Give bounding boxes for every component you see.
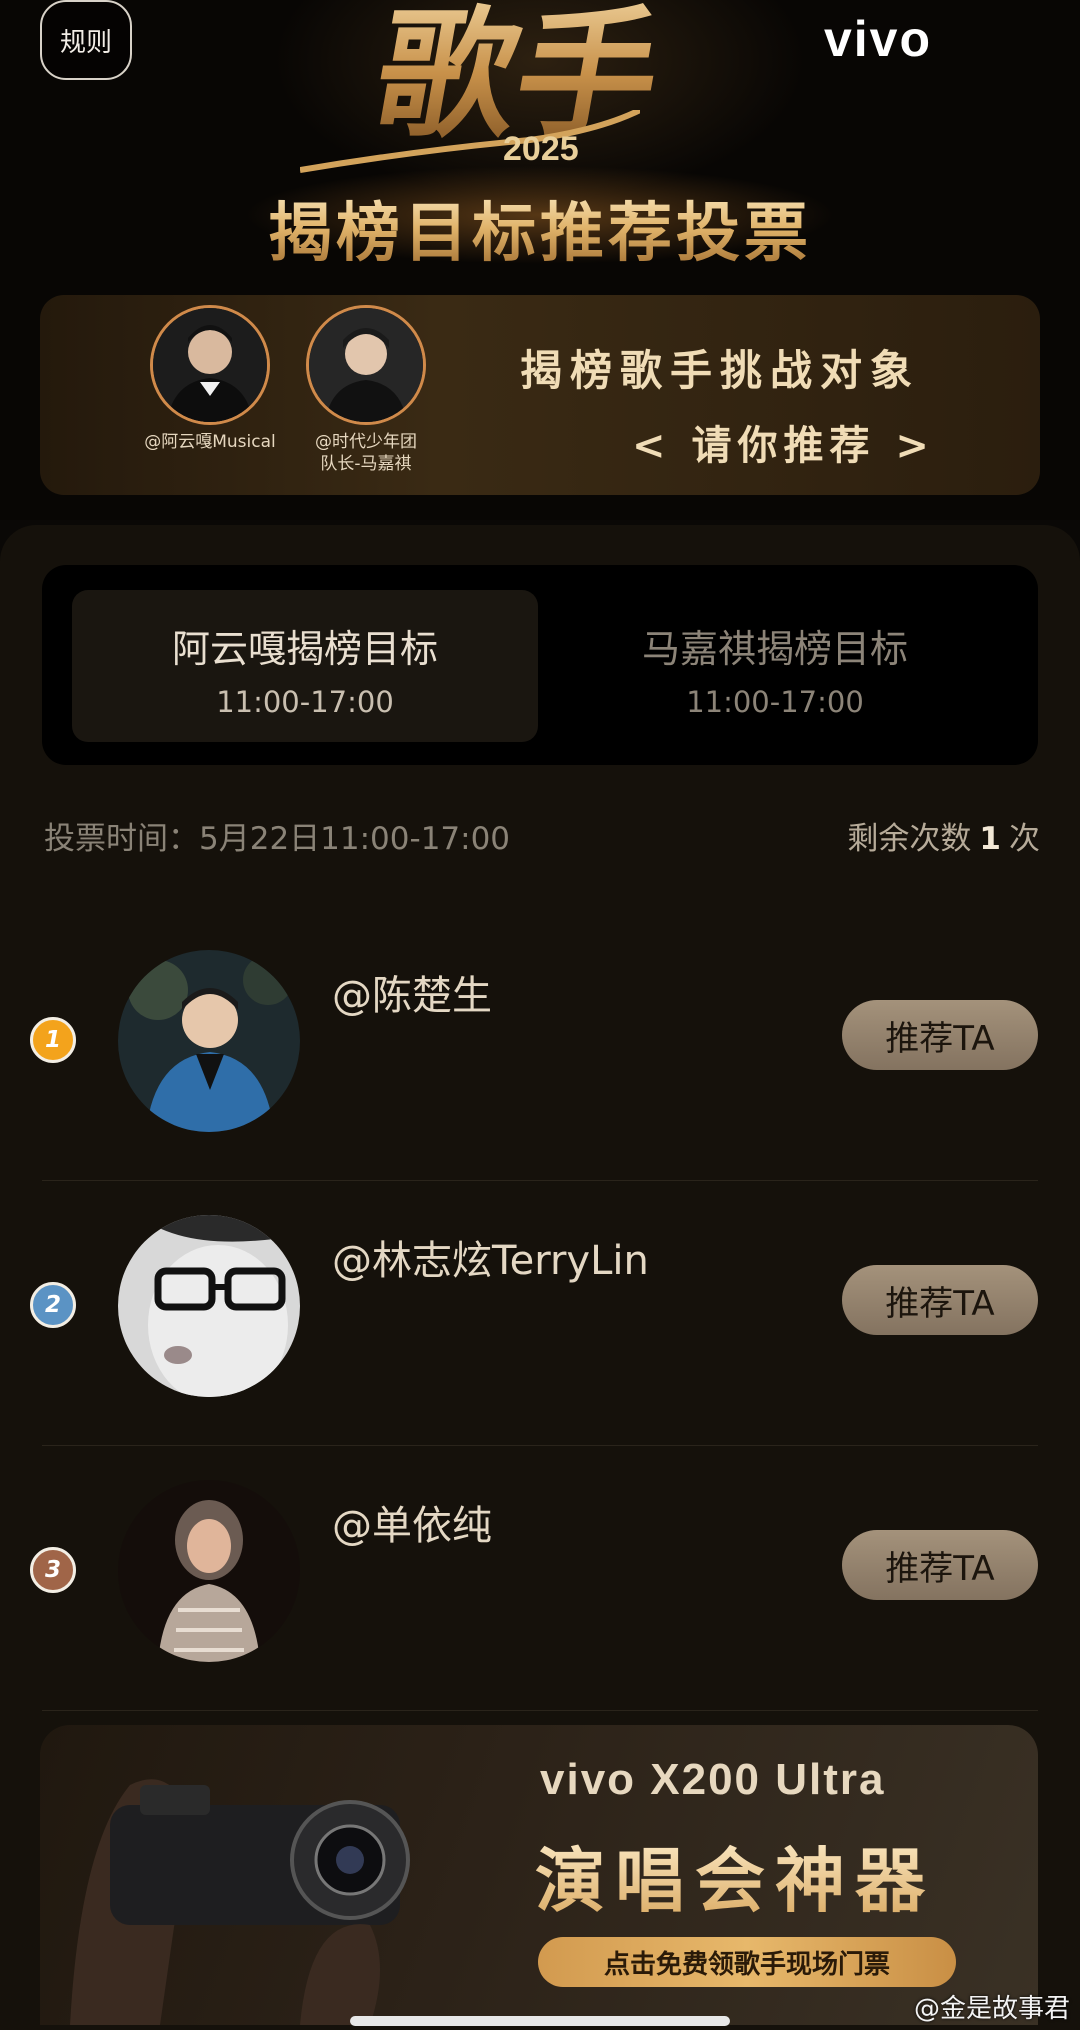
singer-name: @陈楚生 bbox=[332, 973, 492, 1019]
remaining-votes: 剩余次数 1 次 bbox=[847, 813, 1040, 858]
remaining-suffix: 次 bbox=[1009, 821, 1040, 857]
brand-logo: vivo bbox=[823, 11, 932, 67]
promo-model: vivo X200 Ultra bbox=[540, 1755, 886, 1804]
tab-majiaqi-target[interactable]: 马嘉祺揭榜目标 11:00-17:00 bbox=[542, 590, 1008, 742]
rank-badge: 1 bbox=[30, 1017, 76, 1063]
avatar bbox=[118, 1480, 300, 1662]
avatar bbox=[118, 950, 300, 1132]
main-panel: 阿云嘎揭榜目标 11:00-17:00 马嘉祺揭榜目标 11:00-17:00 … bbox=[0, 525, 1080, 2030]
challenge-subtitle: < 请你推荐 > bbox=[632, 422, 935, 469]
candidate-row: 2 @林志炫TerryLin 推荐TA bbox=[30, 1180, 1038, 1446]
event-title: 揭榜目标推荐投票 bbox=[0, 182, 1080, 274]
header: 歌手 2025 规则 vivo 揭榜目标推荐投票 @阿云嘎Musical @时代… bbox=[0, 0, 1080, 520]
tab-title: 阿云嘎揭榜目标 bbox=[171, 627, 438, 671]
candidate-row: 1 @陈楚生 推荐TA bbox=[30, 915, 1038, 1181]
tab-ayungga-target[interactable]: 阿云嘎揭榜目标 11:00-17:00 bbox=[72, 590, 538, 742]
home-indicator[interactable] bbox=[350, 2016, 730, 2026]
host-avatar bbox=[306, 305, 426, 425]
vote-time: 投票时间：5月22日11:00-17:00 bbox=[44, 821, 511, 857]
host-ayungga: @阿云嘎Musical bbox=[130, 305, 290, 453]
logo-swoosh-icon bbox=[300, 110, 640, 173]
watermark: @金是故事君 bbox=[913, 1994, 1070, 2024]
tab-time: 11:00-17:00 bbox=[216, 685, 394, 719]
avatar bbox=[118, 1215, 300, 1397]
candidate-row: 3 @单依纯 推荐TA bbox=[30, 1445, 1038, 1711]
recommend-button[interactable]: 推荐TA bbox=[842, 1530, 1038, 1600]
host-name: @阿云嘎Musical bbox=[144, 432, 276, 452]
tab-title: 马嘉祺揭榜目标 bbox=[641, 627, 908, 671]
rules-button[interactable]: 规则 bbox=[40, 0, 132, 80]
host-name: @时代少年团 bbox=[315, 432, 417, 452]
host-majiaqi: @时代少年团 队长-马嘉祺 bbox=[286, 305, 446, 475]
tab-bar: 阿云嘎揭榜目标 11:00-17:00 马嘉祺揭榜目标 11:00-17:00 bbox=[42, 565, 1038, 765]
host-name-line2: 队长-马嘉祺 bbox=[320, 454, 412, 474]
promo-slogan: 演唱会神器 bbox=[535, 1825, 935, 1926]
challenge-title: 揭榜歌手挑战对象 bbox=[520, 346, 921, 395]
singer-name: @林志炫TerryLin bbox=[332, 1238, 649, 1284]
singer-name: @单依纯 bbox=[332, 1503, 492, 1549]
rank-badge: 2 bbox=[30, 1282, 76, 1328]
host-avatar bbox=[150, 305, 270, 425]
challenge-banner[interactable]: @阿云嘎Musical @时代少年团 队长-马嘉祺 揭榜歌手挑战对象 < 请你推… bbox=[40, 295, 1040, 495]
camera-phone-image bbox=[70, 1779, 410, 2025]
show-year: 2025 bbox=[503, 130, 579, 168]
promo-banner[interactable]: vivo X200 Ultra 演唱会神器 点击免费领歌手现场门票 bbox=[40, 1725, 1038, 2025]
tab-time: 11:00-17:00 bbox=[686, 685, 864, 719]
recommend-button[interactable]: 推荐TA bbox=[842, 1265, 1038, 1335]
remaining-count: 1 bbox=[979, 821, 1001, 857]
promo-cta-button[interactable]: 点击免费领歌手现场门票 bbox=[538, 1937, 956, 1987]
remaining-prefix: 剩余次数 bbox=[847, 821, 972, 857]
rank-badge: 3 bbox=[30, 1547, 76, 1593]
recommend-button[interactable]: 推荐TA bbox=[842, 1000, 1038, 1070]
